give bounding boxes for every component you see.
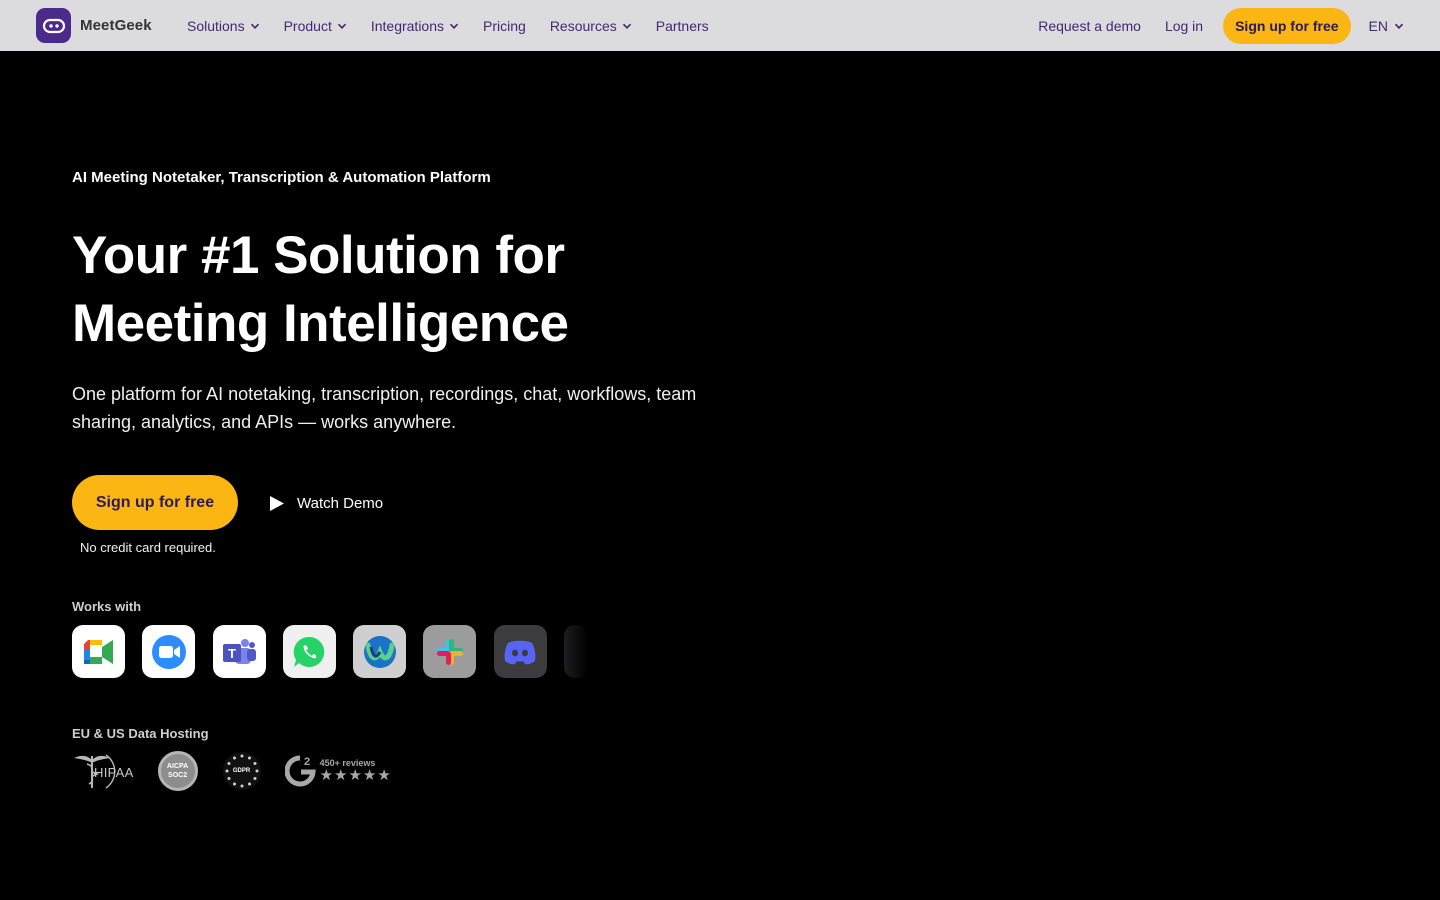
nav-actions: Request a demo Log in Sign up for free E…	[1038, 0, 1404, 51]
menu-item-label: Solutions	[187, 17, 245, 34]
soc2-label: SOC2	[168, 772, 188, 779]
login-link[interactable]: Log in	[1165, 18, 1203, 34]
gdpr-label: GDPR	[232, 768, 251, 774]
slack-icon[interactable]	[423, 625, 477, 678]
g2-rating-badge: 2 450+ reviews ★★★★★	[284, 754, 392, 788]
brand-name: MeetGeek	[80, 17, 152, 34]
hero-signup-button[interactable]: Sign up for free	[72, 475, 238, 530]
chevron-down-icon	[337, 23, 346, 29]
brand-logo[interactable]: MeetGeek	[36, 8, 152, 43]
menu-item-label: Product	[283, 17, 332, 34]
webex-icon[interactable]	[353, 625, 407, 678]
chevron-down-icon	[1394, 23, 1404, 29]
language-label: EN	[1368, 17, 1388, 34]
more-app-icon	[564, 625, 589, 678]
works-with-label: Works with	[72, 599, 142, 614]
meetgeek-logo-icon	[36, 8, 71, 43]
whatsapp-icon[interactable]	[282, 625, 336, 678]
menu-item-product[interactable]: Product	[284, 18, 347, 34]
main-menu: Solutions Product Integrations Pricing R…	[187, 0, 709, 51]
google-meet-icon[interactable]	[72, 625, 125, 678]
menu-item-label: Integrations	[370, 17, 445, 34]
watch-demo-button[interactable]: Watch Demo	[268, 488, 383, 518]
menu-item-label: Resources	[549, 17, 617, 34]
microsoft-teams-icon[interactable]: T	[212, 625, 266, 678]
menu-item-label: Pricing	[483, 17, 526, 34]
hero-headline: Your #1 Solution for Meeting Intelligenc…	[72, 222, 752, 358]
hipaa-badge: HIPAA	[72, 750, 134, 792]
chevron-down-icon	[622, 23, 631, 29]
zoom-icon[interactable]	[142, 625, 196, 678]
chevron-down-icon	[449, 23, 459, 29]
language-selector[interactable]: EN	[1369, 18, 1404, 34]
star-rating-icon: ★★★★★	[319, 767, 392, 784]
request-demo-link[interactable]: Request a demo	[1038, 18, 1141, 34]
svg-text:T: T	[228, 646, 236, 661]
headline-line-1: Your #1 Solution for	[72, 226, 565, 285]
menu-item-resources[interactable]: Resources	[550, 18, 632, 34]
compliance-badges: HIPAA AICPA SOC2 GDPR 2 450+ reviews ★★★…	[72, 750, 392, 792]
play-icon	[270, 495, 284, 511]
aicpa-soc2-badge: AICPA SOC2	[157, 751, 198, 791]
top-nav: MeetGeek Solutions Product Integrations …	[0, 0, 1440, 51]
aicpa-label: AICPA	[166, 763, 189, 770]
menu-item-integrations[interactable]: Integrations	[371, 18, 459, 34]
hipaa-label: HIPAA	[94, 764, 134, 780]
integrations-row: T	[72, 625, 592, 678]
discord-icon[interactable]	[493, 625, 547, 678]
svg-text:2: 2	[304, 756, 310, 768]
headline-line-2: Meeting Intelligence	[72, 294, 569, 353]
menu-item-pricing[interactable]: Pricing	[483, 18, 526, 34]
no-credit-card-note: No credit card required.	[80, 540, 216, 555]
hero-eyebrow: AI Meeting Notetaker, Transcription & Au…	[72, 169, 491, 186]
menu-item-label: Partners	[655, 17, 709, 34]
nav-signup-button[interactable]: Sign up for free	[1223, 7, 1351, 44]
menu-item-partners[interactable]: Partners	[656, 18, 709, 34]
chevron-down-icon	[250, 23, 259, 29]
watch-demo-label: Watch Demo	[297, 494, 384, 512]
hero-subtitle: One platform for AI notetaking, transcri…	[72, 384, 697, 432]
menu-item-solutions[interactable]: Solutions	[187, 18, 260, 34]
gdpr-badge: GDPR	[222, 751, 262, 791]
g2-meta: 450+ reviews ★★★★★	[320, 758, 392, 784]
g2-logo-icon: 2	[284, 755, 316, 787]
data-hosting-label: EU & US Data Hosting	[72, 726, 209, 741]
